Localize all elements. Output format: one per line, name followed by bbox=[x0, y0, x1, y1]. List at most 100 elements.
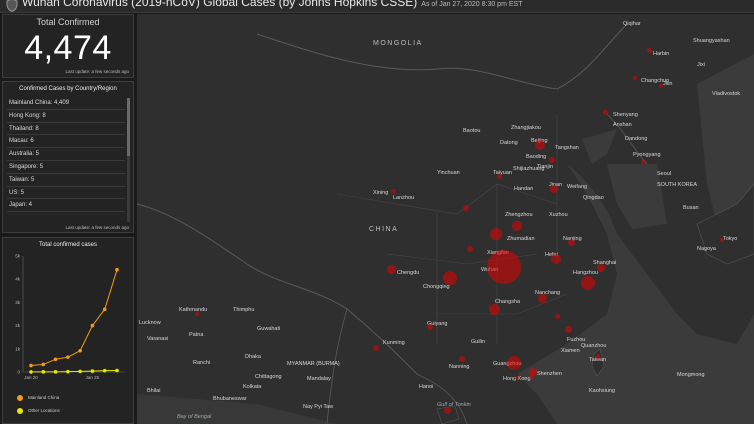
city-label: Qiqihar bbox=[623, 21, 641, 27]
data-point[interactable] bbox=[78, 369, 82, 374]
data-point[interactable] bbox=[41, 370, 46, 374]
chart-panel: Total confirmed cases 0 1k 2k 3k 4k 5k Jan 20 J… bbox=[2, 237, 134, 424]
case-bubble-xiaogan[interactable] bbox=[490, 228, 502, 240]
case-bubble-changchun[interactable] bbox=[633, 76, 637, 80]
city-label: Chittagong bbox=[255, 374, 282, 380]
data-point[interactable] bbox=[102, 368, 107, 373]
case-bubble-wuhan[interactable] bbox=[487, 250, 521, 284]
case-bubble-nanchang[interactable] bbox=[538, 294, 547, 303]
city-label: Ranchi bbox=[193, 360, 211, 366]
case-bubble-nepal[interactable] bbox=[195, 312, 199, 316]
data-point[interactable] bbox=[29, 370, 33, 374]
case-bubble-hainan[interactable] bbox=[444, 407, 451, 414]
city-label: Nay Pyi Taw bbox=[303, 404, 334, 410]
case-bubble-shandong[interactable] bbox=[550, 185, 558, 193]
case-bubble-jiangxi[interactable] bbox=[555, 314, 560, 319]
country-list[interactable]: Mainland China: 4,409 Hong Kong: 8 Thail… bbox=[7, 97, 125, 223]
region-label: SOUTH KOREA bbox=[657, 182, 698, 188]
case-bubble-harbin[interactable] bbox=[647, 48, 652, 53]
data-point[interactable] bbox=[66, 355, 70, 359]
data-point[interactable] bbox=[115, 267, 119, 272]
city-label: Changsha bbox=[495, 299, 521, 305]
case-bubble-japan[interactable] bbox=[720, 238, 724, 242]
city-label: Dandong bbox=[625, 136, 648, 142]
city-label: Zhumadian bbox=[507, 236, 535, 242]
case-bubble-shanghai[interactable] bbox=[597, 264, 605, 272]
map-basemap bbox=[137, 23, 754, 424]
x-tick-label: Jan 25 bbox=[86, 375, 100, 380]
legend-mainland-dot bbox=[17, 395, 23, 401]
legend-item-mainland[interactable]: Mainland China bbox=[17, 395, 59, 401]
city-label: Varanasi bbox=[147, 336, 169, 342]
list-item[interactable]: US: 5 bbox=[7, 187, 125, 200]
data-point[interactable] bbox=[102, 307, 107, 312]
case-bubble-chongqing[interactable] bbox=[443, 271, 457, 285]
case-bubble-hongkong[interactable] bbox=[529, 374, 534, 379]
list-item[interactable]: Singapore: 5 bbox=[7, 161, 125, 174]
case-bubble-korea[interactable] bbox=[641, 160, 645, 164]
case-bubble-nanjing[interactable] bbox=[568, 239, 575, 246]
case-bubble-hangzhou[interactable] bbox=[581, 276, 595, 290]
list-item[interactable]: Thailand: 8 bbox=[7, 123, 125, 136]
list-item[interactable]: Mainland China: 4,409 bbox=[7, 97, 125, 110]
case-bubble-shenyang[interactable] bbox=[603, 110, 608, 115]
city-label: Anshan bbox=[613, 122, 632, 128]
case-bubble-lanzhou[interactable] bbox=[391, 189, 396, 194]
data-point[interactable] bbox=[115, 368, 119, 373]
city-label: Thimphu bbox=[233, 307, 255, 313]
list-item[interactable]: Australia: 5 bbox=[7, 148, 125, 161]
case-bubble-changsha[interactable] bbox=[489, 304, 500, 315]
case-bubble-hefei[interactable] bbox=[551, 254, 561, 264]
case-bubble-fuzhou[interactable] bbox=[565, 326, 572, 333]
series-line-0 bbox=[30, 269, 118, 367]
y-tick-label: 0 bbox=[17, 370, 20, 375]
list-item[interactable]: Macau: 6 bbox=[7, 135, 125, 149]
city-label: Handan bbox=[514, 186, 534, 192]
case-bubble-xian[interactable] bbox=[463, 205, 469, 211]
total-last-update: Last update: a few seconds ago bbox=[65, 69, 129, 74]
data-point[interactable] bbox=[78, 348, 82, 353]
case-bubble-guangzhou[interactable] bbox=[507, 356, 521, 370]
city-label: Baoding bbox=[526, 154, 547, 160]
list-item[interactable]: Hong Kong: 8 bbox=[7, 110, 125, 123]
data-point[interactable] bbox=[29, 363, 33, 368]
list-item[interactable]: Taiwan: 5 bbox=[7, 174, 125, 187]
city-label: Hanoi bbox=[419, 384, 434, 390]
case-bubble-tianjin[interactable] bbox=[549, 157, 555, 163]
data-point[interactable] bbox=[90, 323, 95, 328]
case-bubble-guiyang[interactable] bbox=[427, 324, 433, 330]
region-label: MONGOLIA bbox=[373, 40, 423, 47]
city-label: Baotou bbox=[463, 128, 481, 134]
city-label: Vladivostok bbox=[712, 91, 741, 97]
case-bubble-hubei-north[interactable] bbox=[467, 246, 473, 252]
city-label: Lanzhou bbox=[393, 195, 415, 201]
case-bubble-kunming[interactable] bbox=[373, 345, 379, 351]
case-bubble-jilin[interactable] bbox=[659, 84, 663, 88]
data-point[interactable] bbox=[41, 362, 46, 367]
data-point[interactable] bbox=[53, 370, 58, 374]
y-tick-label: 4k bbox=[15, 277, 21, 282]
list-scrollbar-thumb[interactable] bbox=[127, 98, 130, 156]
data-point[interactable] bbox=[90, 369, 95, 373]
city-label: Kunming bbox=[383, 340, 405, 346]
case-bubble-taiwan[interactable] bbox=[595, 354, 600, 359]
case-bubble-beijing[interactable] bbox=[535, 140, 545, 150]
city-label: Kolkata bbox=[243, 384, 262, 390]
city-label: Jixi bbox=[697, 62, 705, 68]
country-last-update: Last update: a few seconds ago bbox=[65, 225, 129, 230]
case-bubble-nanning[interactable] bbox=[459, 356, 465, 362]
city-label: Mandalay bbox=[307, 376, 331, 382]
data-point[interactable] bbox=[66, 369, 70, 374]
legend-item-other[interactable]: Other Locations bbox=[17, 408, 60, 414]
data-point[interactable] bbox=[53, 357, 58, 362]
case-bubble-chengdu[interactable] bbox=[387, 265, 396, 274]
list-item[interactable]: Japan: 4 bbox=[7, 199, 125, 213]
case-bubble-taiyuan[interactable] bbox=[497, 174, 502, 179]
city-label: Chengdu bbox=[397, 270, 420, 276]
city-label: Nagoya bbox=[697, 246, 716, 252]
case-bubble-zhengzhou[interactable] bbox=[512, 221, 522, 231]
legend-other-dot bbox=[17, 408, 23, 414]
y-tick-label: 3k bbox=[15, 300, 21, 305]
case-bubble-macau[interactable] bbox=[515, 376, 519, 380]
case-map[interactable]: MONGOLIA CHINA MYANMAR (BURMA) SOUTH KOR… bbox=[137, 14, 754, 424]
